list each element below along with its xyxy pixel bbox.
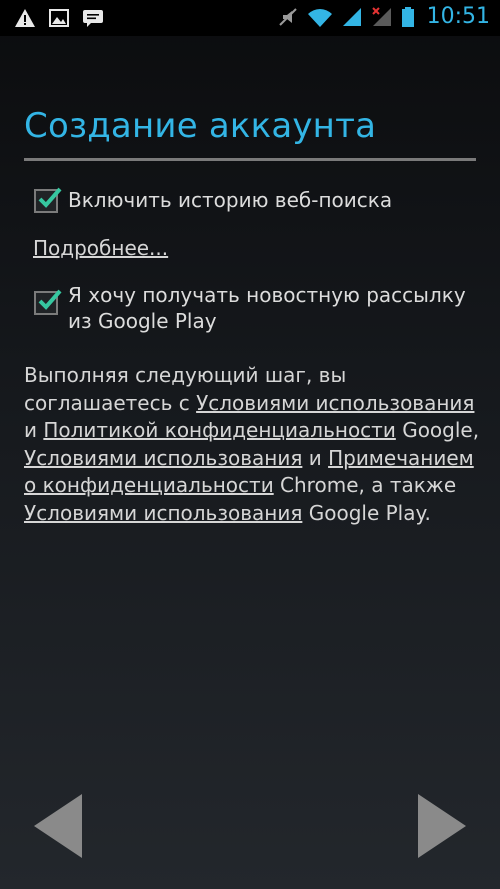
- mute-icon: [278, 7, 297, 26]
- chrome-terms-link[interactable]: Условиями использования: [24, 446, 302, 470]
- arrow-right-icon: [418, 794, 466, 858]
- terms-text-part: Google,: [395, 418, 480, 442]
- image-icon: [49, 9, 69, 27]
- status-bar: 10:51: [0, 0, 500, 36]
- message-icon: [83, 10, 103, 27]
- title-divider: [24, 158, 476, 161]
- signal-icon: [342, 7, 361, 26]
- wifi-icon: [307, 8, 332, 27]
- checkmark-icon: [38, 187, 62, 208]
- terms-text-part: и: [302, 445, 329, 470]
- web-history-label: Включить историю веб-поиска: [68, 188, 393, 212]
- terms-text-part: Chrome, а также: [273, 473, 457, 497]
- status-clock: 10:51: [426, 4, 490, 29]
- system-icons: 10:51: [277, 4, 490, 29]
- terms-text-part: и: [24, 418, 44, 442]
- privacy-policy-link[interactable]: Политикой конфиденциальности: [43, 418, 395, 442]
- newsletter-option[interactable]: Я хочу получать новостную рассылку из Go…: [34, 282, 478, 334]
- google-play-terms-link[interactable]: Условиями использования: [24, 501, 302, 525]
- back-button[interactable]: [30, 790, 86, 862]
- notification-icons: [14, 7, 104, 29]
- battery-icon: [401, 6, 414, 27]
- web-history-checkbox[interactable]: [34, 187, 62, 213]
- terms-text-part: Google Play.: [302, 500, 431, 525]
- newsletter-label: Я хочу получать новостную рассылку из Go…: [68, 283, 466, 333]
- web-history-option[interactable]: Включить историю веб-поиска: [34, 187, 478, 213]
- arrow-left-icon: [34, 794, 82, 858]
- next-button[interactable]: [414, 790, 470, 862]
- page-title: Создание аккаунта: [24, 106, 377, 146]
- no-signal-icon: [371, 6, 391, 26]
- terms-text: Выполняя следующий шаг, вы соглашаетесь …: [24, 362, 484, 527]
- warning-icon: [15, 9, 35, 27]
- checkmark-icon: [38, 289, 62, 310]
- newsletter-checkbox[interactable]: [34, 289, 62, 315]
- more-link[interactable]: Подробнее...: [33, 236, 168, 260]
- terms-of-service-link[interactable]: Условиями использования: [196, 391, 474, 415]
